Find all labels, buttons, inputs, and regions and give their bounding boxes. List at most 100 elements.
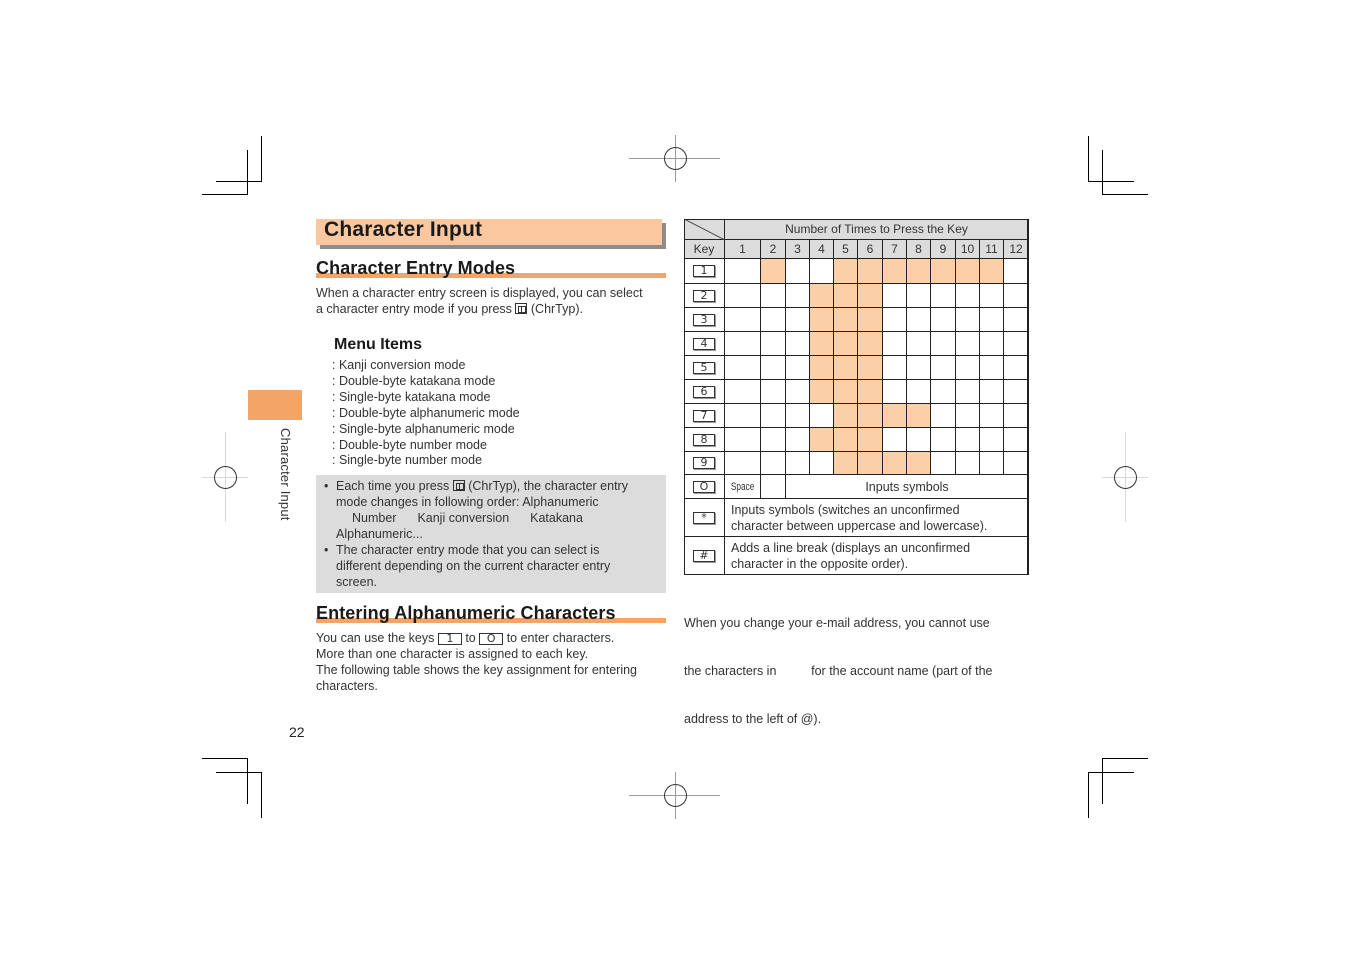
table-cell-empty xyxy=(761,284,786,308)
table-header-count: 3 xyxy=(786,240,810,259)
table-cell-empty xyxy=(786,452,810,475)
key-0-icon: O xyxy=(479,633,504,645)
note-text: (ChrTyp), the character entry xyxy=(464,479,628,493)
section-heading-entry-modes: Character Entry Modes xyxy=(316,258,516,278)
key-2-icon: 2 xyxy=(693,289,715,302)
crop-mark xyxy=(1102,150,1103,195)
crop-mark xyxy=(1102,758,1103,804)
table-cell-empty xyxy=(761,475,786,499)
list-item: : Double-byte number mode xyxy=(332,437,487,452)
mode-order-item: Kanji conversion xyxy=(417,511,510,525)
table-cell-empty xyxy=(980,332,1004,356)
note-line: Number Kanji conversion Katakana xyxy=(336,510,666,526)
table-header-count: 5 xyxy=(834,240,858,259)
table-cell-empty xyxy=(761,380,786,404)
intro-line: When a character entry screen is display… xyxy=(316,286,643,300)
note-line: The character entry mode that you can se… xyxy=(336,543,600,557)
alphanumeric-intro: You can use the keys 1 to O to enter cha… xyxy=(316,630,676,694)
table-header-count: 10 xyxy=(956,240,980,259)
description-line: Adds a line break (displays an unconfirm… xyxy=(731,540,971,555)
table-cell-empty xyxy=(725,428,761,452)
table-cell-empty xyxy=(931,452,956,475)
table-cell-empty xyxy=(980,308,1004,332)
table-cell-empty xyxy=(1004,284,1029,308)
table-cell-empty xyxy=(980,380,1004,404)
table-cell-empty xyxy=(980,452,1004,475)
table-cell-empty xyxy=(931,356,956,380)
table-cell-empty xyxy=(907,428,931,452)
intro-text: a character entry mode if you press xyxy=(316,302,516,316)
section-heading-alphanumeric: Entering Alphanumeric Characters xyxy=(316,603,616,623)
table-key-cell: 8 xyxy=(684,428,725,452)
table-cell-empty xyxy=(761,404,786,428)
note-item: • Each time you press (ChrTyp), the char… xyxy=(316,478,666,542)
bullet: • xyxy=(324,543,329,557)
table-cell-empty xyxy=(931,332,956,356)
description-line: Inputs symbols (switches an unconfirmed xyxy=(731,502,960,517)
table-cell-empty xyxy=(1004,332,1029,356)
table-cell-assigned xyxy=(834,380,858,404)
table-cell-empty xyxy=(786,428,810,452)
table-key-cell: O xyxy=(684,475,725,499)
table-cell-empty xyxy=(931,404,956,428)
footnote-line: the characters in for the account name (… xyxy=(684,664,993,678)
table-cell-assigned xyxy=(761,259,786,284)
table-cell-empty xyxy=(786,356,810,380)
table-header-count: 7 xyxy=(883,240,907,259)
intro-line: The following table shows the key assign… xyxy=(316,663,638,677)
table-cell-assigned xyxy=(858,404,883,428)
table-header-count: 6 xyxy=(858,240,883,259)
table-header-count: 9 xyxy=(931,240,956,259)
table-cell-empty xyxy=(1004,308,1029,332)
crop-mark xyxy=(261,136,262,182)
key-hash-icon: # xyxy=(693,549,715,562)
table-cell-empty xyxy=(1004,356,1029,380)
table-header-count: 8 xyxy=(907,240,931,259)
chrtyp-key-icon xyxy=(452,480,465,491)
footnote-line: When you change your e-mail address, you… xyxy=(684,616,990,630)
table-cell-empty xyxy=(810,404,834,428)
table-cell-assigned xyxy=(858,332,883,356)
table-cell-empty xyxy=(786,259,810,284)
table-cell-empty xyxy=(980,356,1004,380)
table-cell-assigned xyxy=(883,404,907,428)
table-cell-empty xyxy=(725,284,761,308)
key-star-icon: * xyxy=(693,511,715,524)
table-cell-empty xyxy=(810,452,834,475)
key-0-icon: O xyxy=(693,480,715,493)
mode-order-item: Number xyxy=(352,511,397,525)
table-key-cell: 1 xyxy=(684,259,725,284)
side-tab-label: Character Input xyxy=(278,428,293,521)
table-cell-empty xyxy=(725,308,761,332)
list-item: : Single-byte alphanumeric mode xyxy=(332,421,515,436)
table-cell-assigned xyxy=(858,452,883,475)
menu-items-title: Menu Items xyxy=(334,336,423,353)
table-cell-empty xyxy=(761,428,786,452)
footnote-line: address to the left of @). xyxy=(684,712,822,726)
table-cell-symbols: Inputs symbols xyxy=(786,475,1029,499)
table-cell-empty xyxy=(956,284,980,308)
crop-mark xyxy=(1088,136,1089,182)
table-cell-empty xyxy=(786,404,810,428)
menu-items-list: : Kanji conversion mode : Double-byte ka… xyxy=(332,358,520,469)
table-cell-assigned xyxy=(810,284,834,308)
table-cell-empty xyxy=(907,308,931,332)
table-key-cell: 7 xyxy=(684,404,725,428)
table-cell-empty xyxy=(725,380,761,404)
note-text: Each time you press xyxy=(336,479,453,493)
crop-mark xyxy=(261,772,262,818)
table-cell-empty xyxy=(725,259,761,284)
crop-mark xyxy=(202,758,248,759)
table-header-key: Key xyxy=(684,240,725,259)
table-cell-empty xyxy=(956,428,980,452)
table-cell-empty xyxy=(725,332,761,356)
table-cell-assigned xyxy=(834,428,858,452)
crop-mark xyxy=(1102,758,1148,759)
mode-order-item: Katakana xyxy=(530,511,583,525)
crop-mark xyxy=(247,150,248,195)
table-cell-assigned xyxy=(858,259,883,284)
key-1-icon: 1 xyxy=(437,633,462,645)
list-item: : Kanji conversion mode xyxy=(332,358,466,372)
table-key-cell: * xyxy=(684,499,725,537)
table-cell-space: Space xyxy=(725,475,761,499)
